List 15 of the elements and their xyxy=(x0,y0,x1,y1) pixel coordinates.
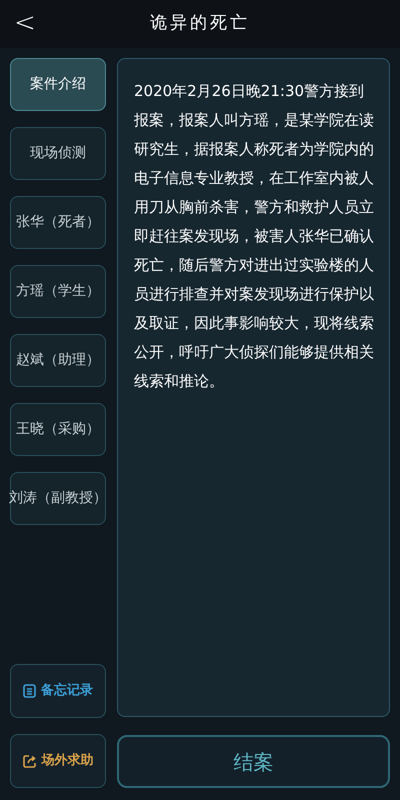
back-button[interactable]: < xyxy=(14,8,36,38)
sidebar-tab[interactable]: 刘涛（副教授） xyxy=(10,472,106,525)
sidebar-tab[interactable]: 王晓（采购） xyxy=(10,403,106,456)
sidebar-tab[interactable]: 张华（死者） xyxy=(10,196,106,249)
sidebar-tab[interactable]: 案件介绍 xyxy=(10,58,106,111)
sidebar-tab[interactable]: 现场侦测 xyxy=(10,127,106,180)
sidebar-tab[interactable]: 赵斌（助理） xyxy=(10,334,106,387)
share-icon xyxy=(22,754,36,768)
close-case-button[interactable]: 结案 xyxy=(117,735,390,788)
page-title: 诡异的死亡 xyxy=(150,12,250,36)
sidebar-tab[interactable]: 方瑶（学生） xyxy=(10,265,106,318)
notes-icon xyxy=(23,684,36,698)
notes-button[interactable]: 备忘记录 xyxy=(10,664,106,718)
help-button[interactable]: 场外求助 xyxy=(10,734,106,788)
case-description: 2020年2月26日晚21:30警方接到报案，报案人叫方瑶，是某学院在读研究生，据报案人称死者为学院内的电子信息专业教授，在工作室内被人用刀从胸前杀害，警方和救护人员立即赶往案发现场，被害人张华已确认死亡，随后警方对进出过实验楼的人员进行排查并对案发现场进行保护以及取证，因此事影响较大，现将线索公开，呼吁广大侦探们能够提供相关线索和推论。 xyxy=(134,81,375,392)
